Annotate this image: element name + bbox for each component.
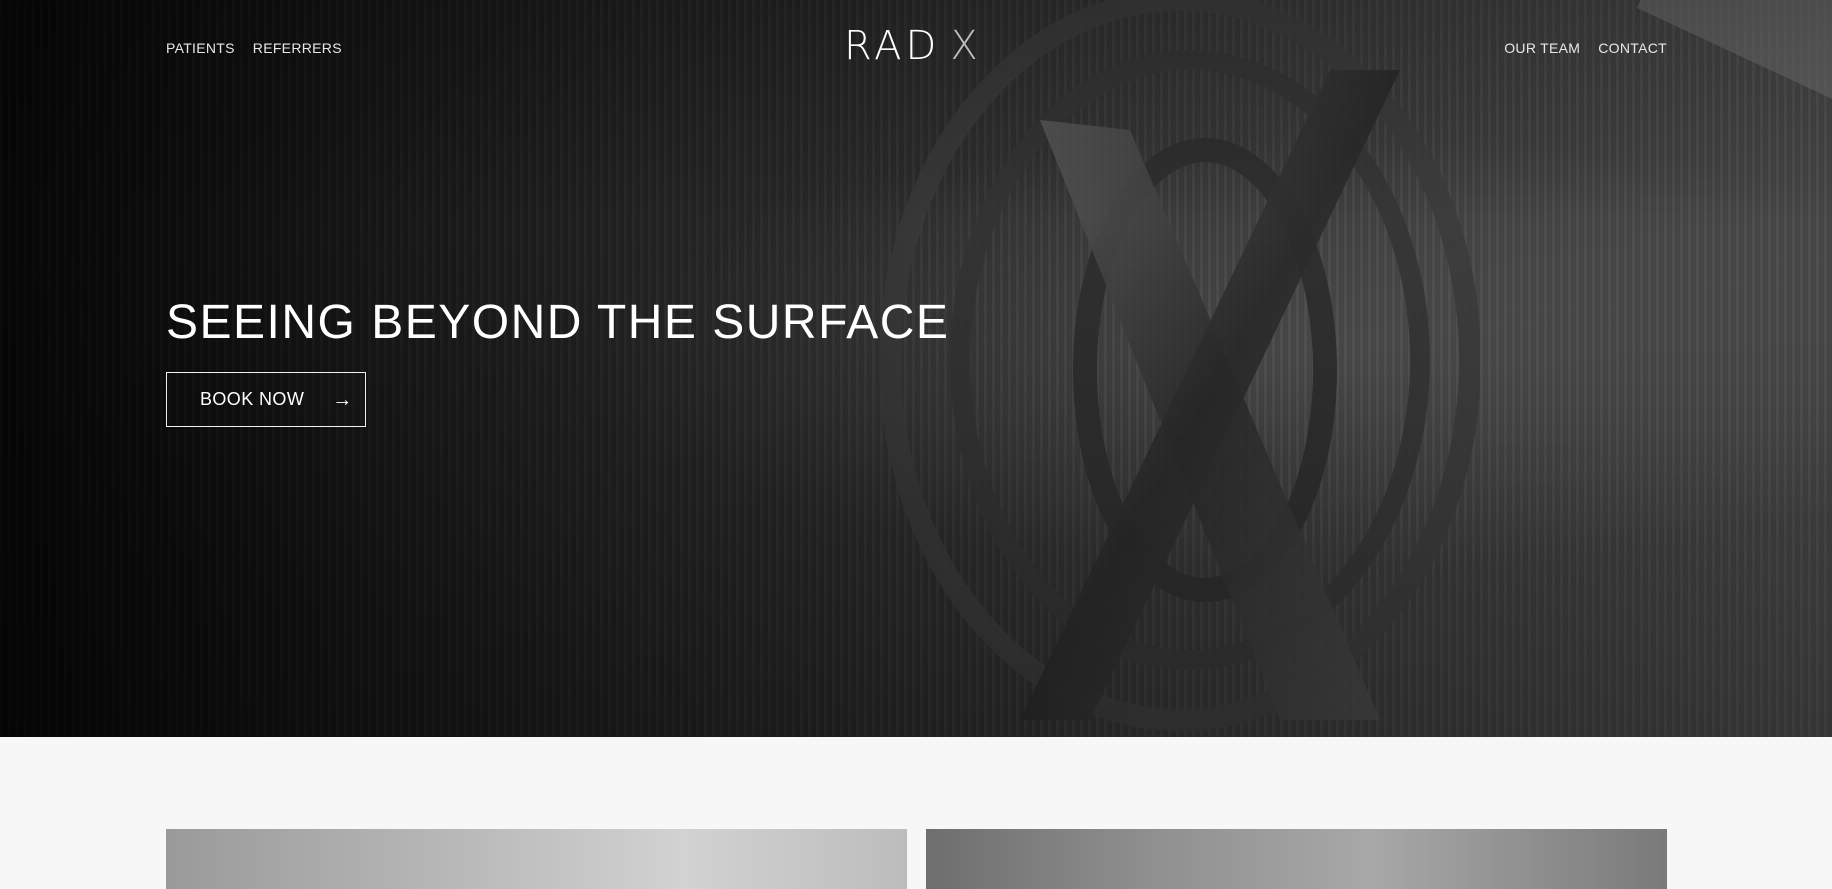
hero-section: PATIENTS REFERRERS RAD X OUR TEAM CONTACT … [0,0,1832,737]
site-logo[interactable]: RAD X [844,23,978,69]
nav-link-patients[interactable]: PATIENTS [166,40,235,56]
feature-card-image-left[interactable] [166,829,907,889]
book-now-button[interactable]: BOOK NOW → [166,372,366,427]
logo-x-mark: X [950,23,978,69]
nav-link-contact[interactable]: CONTACT [1598,40,1667,56]
nav-link-our-team[interactable]: OUR TEAM [1504,40,1580,56]
hero-overlay [0,0,1832,737]
book-now-label: BOOK NOW [200,389,305,409]
logo-wordmark: RAD [844,23,941,69]
feature-card-image-right[interactable] [926,829,1667,889]
hero-headline: SEEING BEYOND THE SURFACE [166,296,950,349]
arrow-right-icon: → [332,388,353,411]
primary-nav-right: OUR TEAM CONTACT [1504,40,1667,56]
nav-link-referrers[interactable]: REFERRERS [253,40,342,56]
feature-cards [166,829,1667,889]
primary-nav-left: PATIENTS REFERRERS [166,40,342,56]
